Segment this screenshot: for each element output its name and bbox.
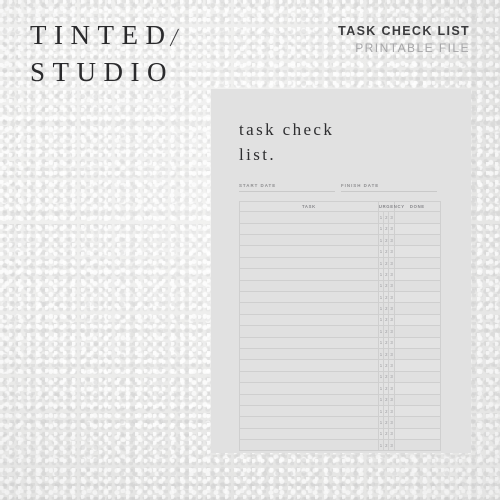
task-cell[interactable] [239, 404, 379, 418]
task-cell[interactable] [239, 222, 379, 236]
done-cell[interactable] [393, 302, 442, 315]
column-header-urgency: URGENCY [377, 201, 404, 213]
done-cell[interactable] [393, 245, 442, 258]
done-cell[interactable] [393, 416, 442, 429]
table-row: 123 [239, 393, 442, 406]
task-cell[interactable] [239, 382, 379, 395]
task-cell[interactable] [239, 313, 379, 327]
table-row: 123 [239, 313, 442, 327]
task-cell[interactable] [239, 359, 379, 372]
done-cell[interactable] [393, 347, 442, 361]
task-cell[interactable] [239, 290, 379, 304]
task-cell[interactable] [239, 211, 379, 224]
table-row: 123 [239, 439, 442, 452]
finish-date-line [341, 191, 437, 193]
done-cell[interactable] [393, 290, 442, 304]
table-row: 123 [239, 279, 442, 293]
table-row: 123 [239, 256, 442, 270]
printable-sheet: task check list. START DATE FINISH DATE … [211, 89, 471, 453]
header-right: TASK CHECK LIST PRINTABLE FILE [338, 24, 470, 55]
done-cell[interactable] [393, 234, 442, 247]
table-row: 123 [239, 336, 442, 349]
start-date-field[interactable]: START DATE [239, 183, 341, 193]
task-cell[interactable] [239, 245, 379, 258]
table-row: 123 [239, 359, 442, 372]
task-cell[interactable] [239, 302, 379, 315]
done-cell[interactable] [393, 393, 442, 406]
date-fields: START DATE FINISH DATE [239, 183, 443, 193]
task-cell[interactable] [239, 336, 379, 349]
task-cell[interactable] [239, 279, 379, 293]
done-cell[interactable] [393, 256, 442, 270]
task-table: TASK URGENCY DONE 1231231231231231231231… [239, 201, 442, 452]
sheet-content: task check list. START DATE FINISH DATE … [239, 118, 443, 452]
document-title-line-2: list. [239, 144, 277, 164]
task-cell[interactable] [239, 370, 379, 384]
task-cell[interactable] [239, 256, 379, 270]
task-cell[interactable] [239, 439, 379, 452]
table-row: 123 [239, 382, 442, 395]
table-row: 123 [239, 245, 442, 258]
table-row: 123 [239, 370, 442, 384]
task-cell[interactable] [239, 268, 379, 281]
table-row: 123 [239, 302, 442, 315]
table-row: 123 [239, 347, 442, 361]
page-title: TASK CHECK LIST [338, 24, 470, 38]
done-cell[interactable] [393, 359, 442, 372]
document-title-line-1: task check [239, 120, 335, 139]
table-row: 123 [239, 211, 442, 224]
start-date-line [239, 191, 335, 193]
task-cell[interactable] [239, 234, 379, 247]
column-header-task: TASK [239, 201, 379, 213]
page-subtitle: PRINTABLE FILE [355, 41, 470, 55]
brand-line-1-text: TINTED [30, 20, 173, 50]
done-cell[interactable] [393, 268, 442, 281]
done-cell[interactable] [393, 382, 442, 395]
task-table-header: TASK URGENCY DONE [239, 201, 442, 213]
done-cell[interactable] [393, 427, 442, 441]
done-cell[interactable] [393, 211, 442, 224]
task-cell[interactable] [239, 393, 379, 406]
task-table-body: 1231231231231231231231231231231231231231… [239, 211, 442, 452]
done-cell[interactable] [393, 404, 442, 418]
table-row: 123 [239, 290, 442, 304]
brand-line-1: TINTED [30, 22, 187, 49]
table-row: 123 [239, 416, 442, 429]
table-row: 123 [239, 325, 442, 338]
table-row: 123 [239, 427, 442, 441]
task-cell[interactable] [239, 325, 379, 338]
table-row: 123 [239, 268, 442, 281]
finish-date-label: FINISH DATE [341, 183, 380, 189]
done-cell[interactable] [393, 325, 442, 338]
done-cell[interactable] [393, 336, 442, 349]
done-cell[interactable] [393, 279, 442, 293]
table-header-row: TASK URGENCY DONE [239, 201, 442, 213]
task-cell[interactable] [239, 416, 379, 429]
finish-date-field[interactable]: FINISH DATE [341, 183, 443, 193]
done-cell[interactable] [393, 370, 442, 384]
brand-line-2: STUDIO [30, 57, 174, 87]
table-row: 123 [239, 234, 442, 247]
done-cell[interactable] [393, 439, 442, 452]
task-cell[interactable] [239, 427, 379, 441]
task-cell[interactable] [239, 347, 379, 361]
table-row: 123 [239, 222, 442, 236]
diagonal-slash-icon [171, 29, 187, 46]
done-cell[interactable] [393, 313, 442, 327]
document-title: task check list. [239, 118, 443, 167]
brand-logo: TINTED STUDIO [30, 22, 187, 86]
done-cell[interactable] [393, 222, 442, 236]
start-date-label: START DATE [239, 183, 277, 189]
table-row: 123 [239, 404, 442, 418]
